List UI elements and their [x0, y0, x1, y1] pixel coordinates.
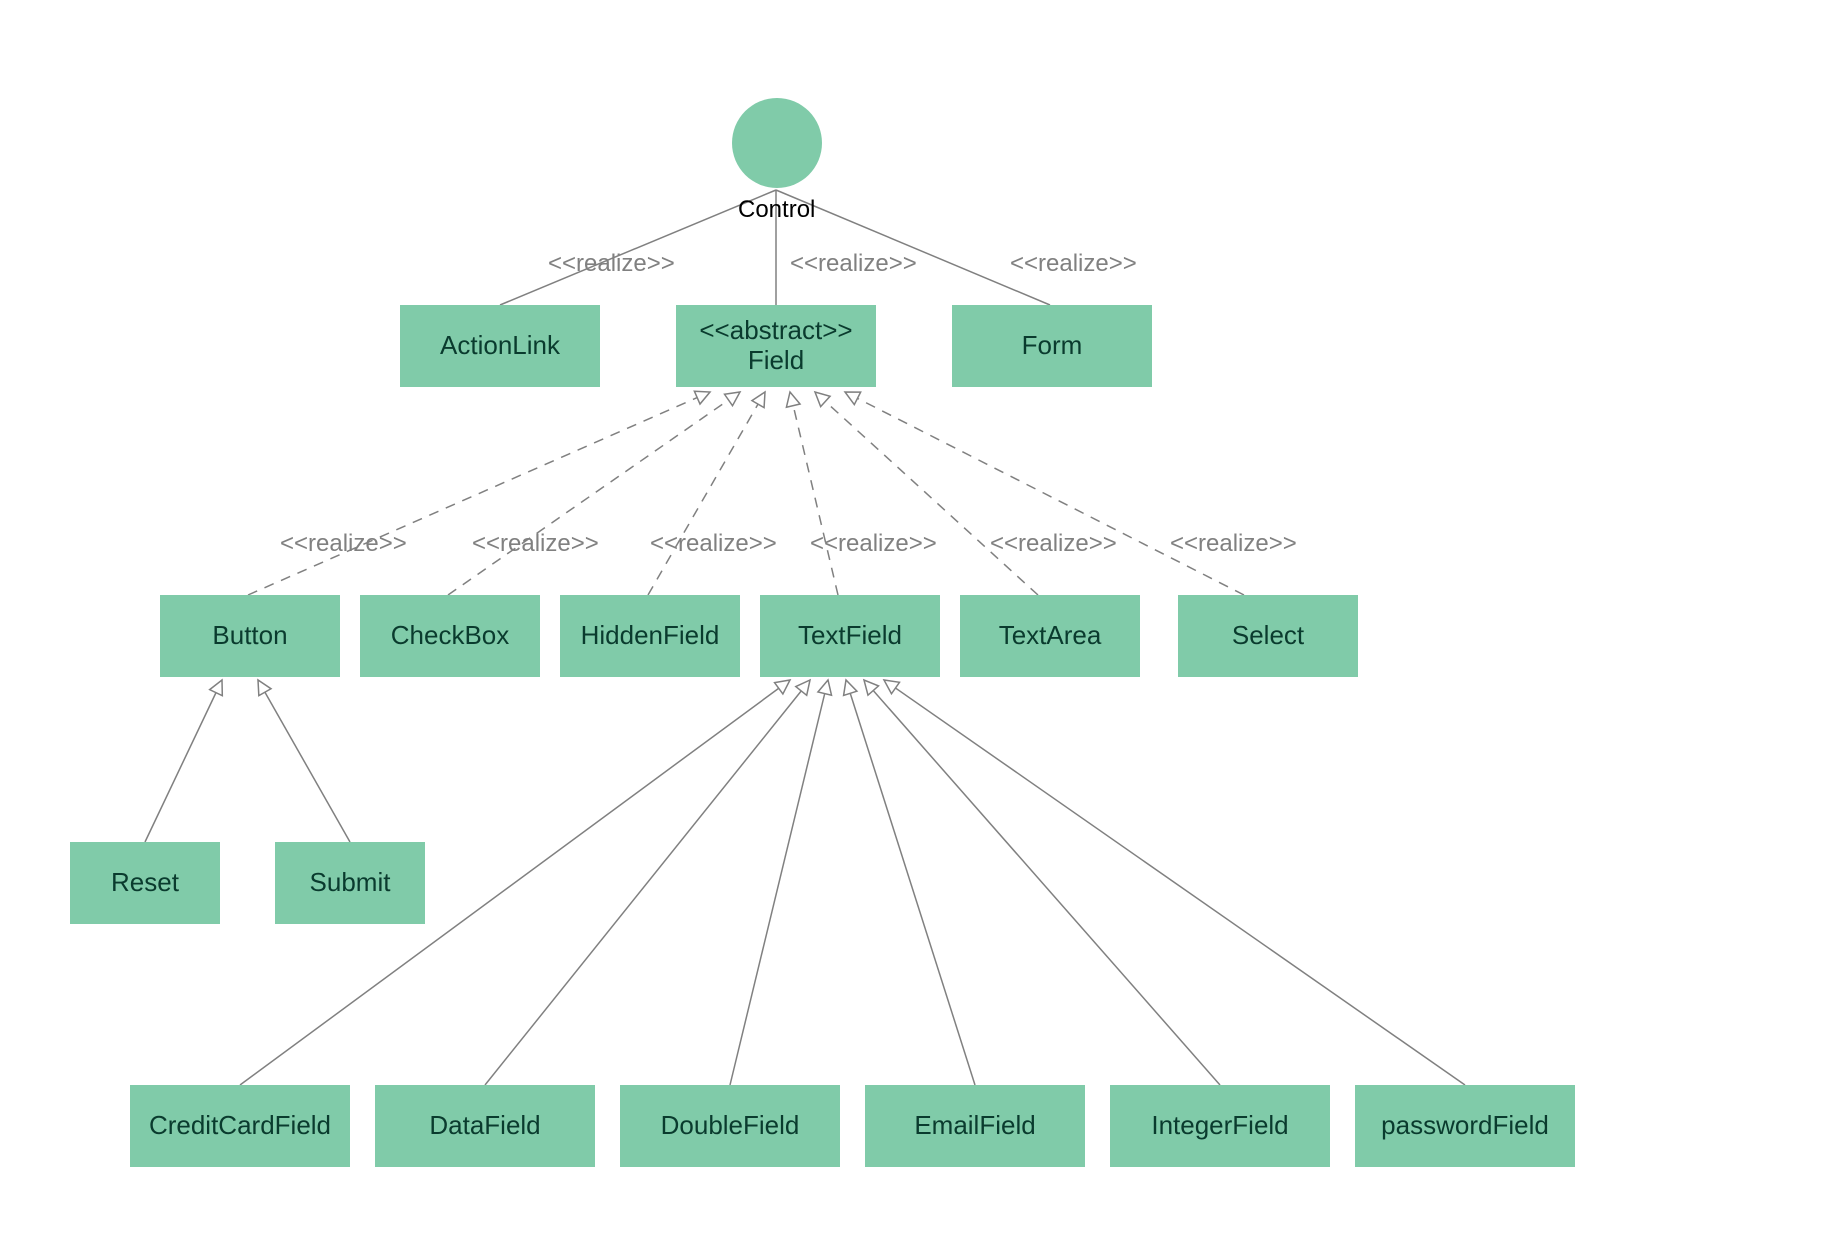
datafield-node: DataField: [375, 1085, 595, 1167]
passwordfield-node: passwordField: [1355, 1085, 1575, 1167]
creditcard-text: CreditCardField: [149, 1111, 331, 1141]
reset-text: Reset: [111, 868, 179, 898]
emailfield-text: EmailField: [914, 1111, 1035, 1141]
reset-node: Reset: [70, 842, 220, 924]
button-node: Button: [160, 595, 340, 677]
realize-label-9: <<realize>>: [1170, 530, 1297, 558]
realize-label-1: <<realize>>: [548, 250, 675, 278]
control-label: Control: [738, 196, 815, 224]
realize-label-8: <<realize>>: [990, 530, 1117, 558]
creditcard-node: CreditCardField: [130, 1085, 350, 1167]
hiddenfield-text: HiddenField: [581, 621, 720, 651]
form-text: Form: [1022, 331, 1083, 361]
select-text: Select: [1232, 621, 1304, 651]
textfield-text: TextField: [798, 621, 902, 651]
form-node: Form: [952, 305, 1152, 387]
integerfield-node: IntegerField: [1110, 1085, 1330, 1167]
doublefield-node: DoubleField: [620, 1085, 840, 1167]
realize-label-4: <<realize>>: [280, 530, 407, 558]
submit-text: Submit: [310, 868, 391, 898]
passwordfield-text: passwordField: [1381, 1111, 1549, 1141]
field-node: <<abstract>> Field: [676, 305, 876, 387]
field-stereo-text: <<abstract>>: [699, 316, 852, 346]
realize-label-3: <<realize>>: [1010, 250, 1137, 278]
realize-label-6: <<realize>>: [650, 530, 777, 558]
emailfield-node: EmailField: [865, 1085, 1085, 1167]
submit-node: Submit: [275, 842, 425, 924]
textfield-node: TextField: [760, 595, 940, 677]
actionlink-text: ActionLink: [440, 331, 560, 361]
realize-label-5: <<realize>>: [472, 530, 599, 558]
checkbox-text: CheckBox: [391, 621, 510, 651]
select-node: Select: [1178, 595, 1358, 677]
integerfield-text: IntegerField: [1151, 1111, 1288, 1141]
button-text: Button: [212, 621, 287, 651]
actionlink-node: ActionLink: [400, 305, 600, 387]
doublefield-text: DoubleField: [661, 1111, 800, 1141]
control-node: [732, 98, 822, 188]
hiddenfield-node: HiddenField: [560, 595, 740, 677]
realize-label-7: <<realize>>: [810, 530, 937, 558]
textarea-text: TextArea: [999, 621, 1102, 651]
datafield-text: DataField: [429, 1111, 540, 1141]
checkbox-node: CheckBox: [360, 595, 540, 677]
textarea-node: TextArea: [960, 595, 1140, 677]
field-name-text: Field: [748, 346, 804, 376]
realize-label-2: <<realize>>: [790, 250, 917, 278]
